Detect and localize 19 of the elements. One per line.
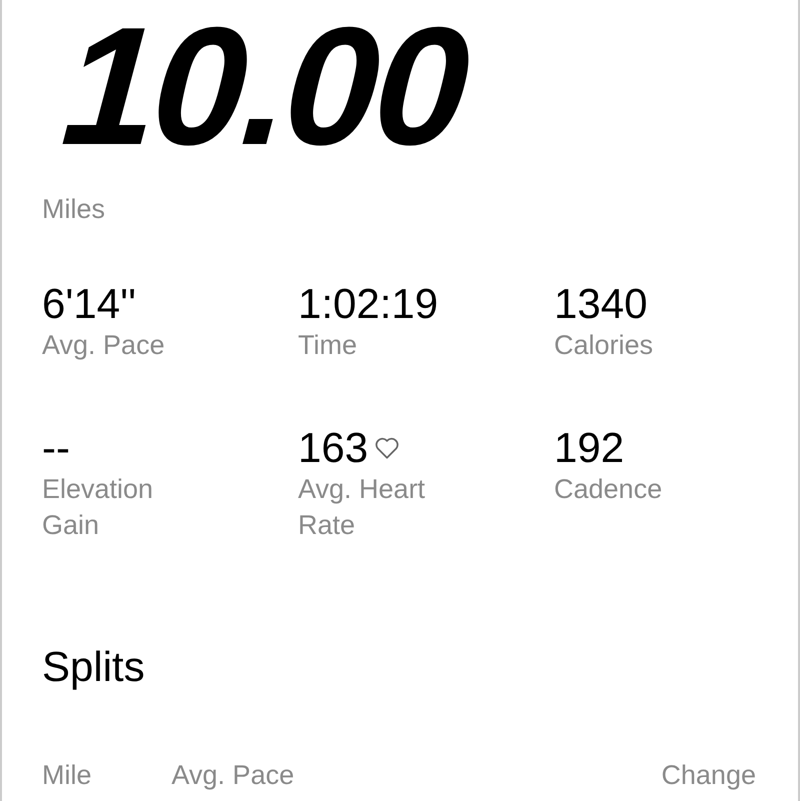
column-header: Avg. Pace [172,761,294,792]
distance-value: 10.00 [58,0,470,170]
stat-value: 6'14'' [42,281,136,328]
stat-value: 163 [298,425,368,472]
heart-icon [374,436,400,460]
stat-value: 1:02:19 [298,281,438,328]
stat-label: Elevation Gain [42,473,154,542]
stat-value: 192 [554,425,624,472]
distance-unit: Miles [42,194,106,225]
splits-heading: Splits [42,643,145,692]
stat-value: 1340 [554,281,648,328]
stat-label: Avg. Heart Rate [298,473,426,542]
stat-label: Time [298,329,358,362]
stat-value: -- [42,425,70,472]
column-header: Change [661,761,756,792]
stat-label: Calories [554,329,654,362]
stat-label: Cadence [554,473,664,506]
stat-label: Avg. Pace [42,329,166,362]
column-header: Mile [42,761,92,792]
